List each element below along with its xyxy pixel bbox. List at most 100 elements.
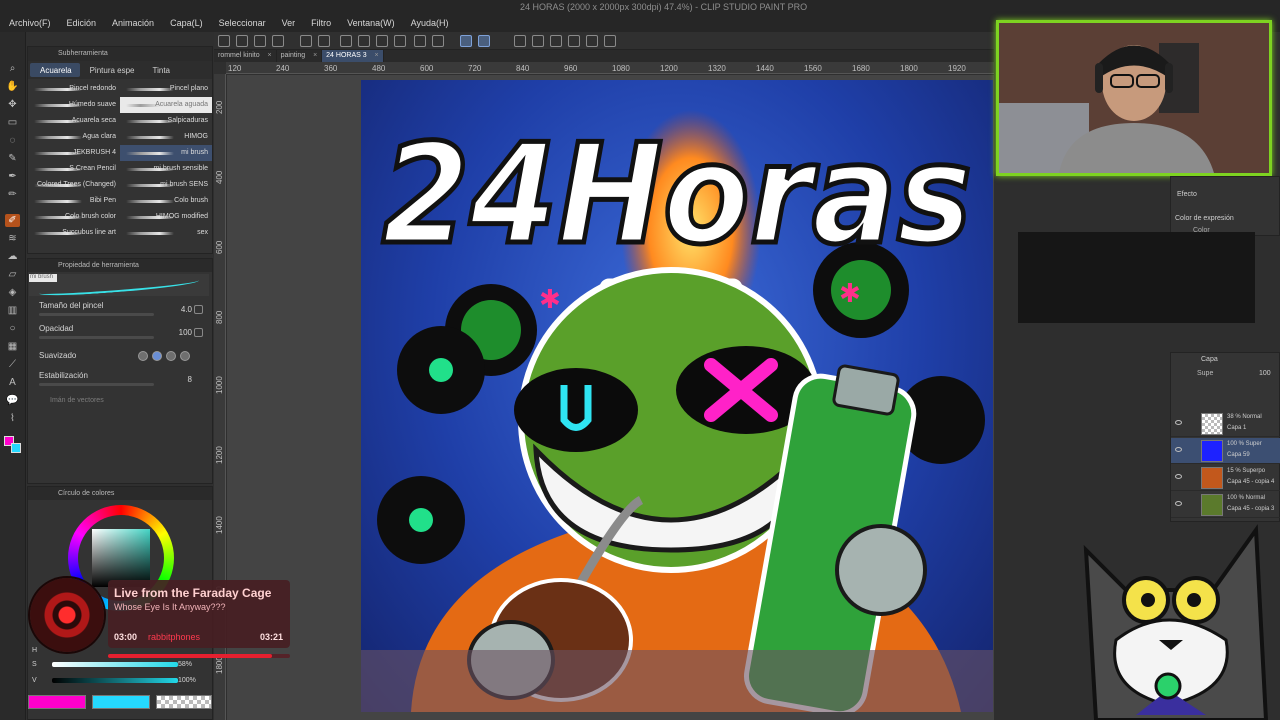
ruler-tool-icon[interactable]: ⟋: [5, 358, 20, 371]
frame-tool-icon[interactable]: ▦: [5, 340, 20, 353]
tab-painting[interactable]: painting ×: [277, 50, 323, 62]
layer-row[interactable]: 100 % Super Capa 59: [1171, 438, 1280, 464]
tab-acuarela[interactable]: Acuarela: [30, 63, 80, 77]
blend-mode-dropdown[interactable]: Supe: [1197, 370, 1213, 377]
menu-animacion[interactable]: Animación: [103, 16, 161, 32]
menu-ver[interactable]: Ver: [273, 16, 303, 32]
brush-item[interactable]: Succubus line art: [28, 225, 120, 241]
opacity-slider[interactable]: [39, 336, 154, 339]
open-file-icon[interactable]: [236, 35, 248, 47]
smoothing-option-4[interactable]: [180, 351, 190, 361]
layer-row[interactable]: 15 % Superpo Capa 45 - copia 4: [1171, 465, 1280, 491]
brush-item[interactable]: Pincel plano: [120, 81, 212, 97]
figure-tool-icon[interactable]: ○: [5, 322, 20, 335]
balloon-tool-icon[interactable]: 💬: [5, 394, 20, 407]
select-tool-icon[interactable]: ▭: [5, 116, 20, 129]
flip-icon[interactable]: [568, 35, 580, 47]
invert-selection-icon[interactable]: [432, 35, 444, 47]
s-slider[interactable]: [52, 662, 178, 667]
blend-tool-icon[interactable]: ☁: [5, 250, 20, 263]
brush-item[interactable]: Bibi Pen: [28, 193, 120, 209]
redo-icon[interactable]: [318, 35, 330, 47]
menu-ventana[interactable]: Ventana(W): [338, 16, 402, 32]
brush-item[interactable]: HIMOG: [120, 129, 212, 145]
brush-item[interactable]: Colored Trees (Changed): [28, 177, 120, 193]
opacity-dynamics-icon[interactable]: [194, 328, 203, 337]
move-tool-icon[interactable]: ✥: [5, 98, 20, 111]
v-slider[interactable]: [52, 678, 178, 683]
save-icon[interactable]: [254, 35, 266, 47]
close-icon[interactable]: ×: [375, 52, 379, 59]
grid-icon[interactable]: [604, 35, 616, 47]
menu-edicion[interactable]: Edición: [58, 16, 104, 32]
zoom-tool-icon[interactable]: ⌕: [5, 62, 20, 75]
correct-line-tool-icon[interactable]: ⌇: [5, 412, 20, 425]
transparent-color-chip[interactable]: [156, 695, 212, 709]
tab-rommel-kinito[interactable]: rommel kinito ×: [214, 50, 277, 62]
layer-row[interactable]: 38 % Normal Capa 1: [1171, 411, 1280, 437]
lasso-tool-icon[interactable]: ◌: [5, 134, 20, 147]
eraser-tool-icon[interactable]: ▱: [5, 268, 20, 281]
pencil-tool-icon[interactable]: ✏: [5, 188, 20, 201]
hand-tool-icon[interactable]: ✋: [5, 80, 20, 93]
undo-icon[interactable]: [300, 35, 312, 47]
brush-item[interactable]: sex: [120, 225, 212, 241]
smoothing-option-3[interactable]: [166, 351, 176, 361]
menu-filtro[interactable]: Filtro: [302, 16, 338, 32]
crop-icon[interactable]: [414, 35, 426, 47]
menu-seleccionar[interactable]: Seleccionar: [210, 16, 273, 32]
text-tool-icon[interactable]: A: [5, 376, 20, 389]
brush-tool-icon[interactable]: ✐: [5, 214, 20, 227]
brush-item[interactable]: Salpicaduras: [120, 113, 212, 129]
drawing-canvas[interactable]: ✱ ✱ 24Horas: [361, 80, 993, 712]
clear-icon[interactable]: [340, 35, 352, 47]
tab-tinta[interactable]: Tinta: [143, 63, 179, 77]
opacity-value[interactable]: 100: [166, 328, 192, 337]
brush-item[interactable]: Agua clara: [28, 129, 120, 145]
smoothing-option-2[interactable]: [152, 351, 162, 361]
sub-color-chip[interactable]: [92, 695, 150, 709]
fill-tool-icon[interactable]: ◈: [5, 286, 20, 299]
snap-special-ruler-icon[interactable]: [478, 35, 490, 47]
pen-tool-icon[interactable]: ✒: [5, 170, 20, 183]
saturation-value-square[interactable]: [92, 529, 150, 587]
new-file-icon[interactable]: [218, 35, 230, 47]
reset-view-icon[interactable]: [586, 35, 598, 47]
close-icon[interactable]: ×: [313, 52, 317, 59]
brush-item[interactable]: Húmedo suave: [28, 97, 120, 113]
smoothing-option-1[interactable]: [138, 351, 148, 361]
menu-capa[interactable]: Capa(L): [161, 16, 210, 32]
close-icon[interactable]: ×: [268, 52, 272, 59]
main-color-chip[interactable]: [28, 695, 86, 709]
zoom-icon[interactable]: [514, 35, 526, 47]
rotate-icon[interactable]: [550, 35, 562, 47]
fill-icon[interactable]: [358, 35, 370, 47]
stabilization-slider[interactable]: [39, 383, 154, 386]
snap-ruler-icon[interactable]: [460, 35, 472, 47]
deselect-icon[interactable]: [394, 35, 406, 47]
eyedropper-tool-icon[interactable]: ✎: [5, 152, 20, 165]
brush-item[interactable]: mi brush SENS: [120, 177, 212, 193]
brush-size-value[interactable]: 4.0: [166, 305, 192, 314]
eye-icon[interactable]: [1175, 474, 1182, 479]
airbrush-tool-icon[interactable]: ≋: [5, 232, 20, 245]
brush-item[interactable]: Colo brush: [120, 193, 212, 209]
brush-item[interactable]: HIMOG modified: [120, 209, 212, 225]
brush-item[interactable]: mi brush sensible: [120, 161, 212, 177]
copy-icon[interactable]: [272, 35, 284, 47]
stabilization-value[interactable]: 8: [166, 375, 192, 384]
layer-opacity-value[interactable]: 100: [1259, 370, 1271, 377]
tab-24-horas[interactable]: 24 HORAS 3 ×: [322, 50, 384, 62]
brush-item[interactable]: Pincel redondo: [28, 81, 120, 97]
tab-pintura[interactable]: Pintura espe: [80, 63, 143, 77]
eye-icon[interactable]: [1175, 420, 1182, 425]
brush-item[interactable]: S Crean Pencil: [28, 161, 120, 177]
brush-size-slider[interactable]: [39, 313, 154, 316]
gradient-tool-icon[interactable]: ▥: [5, 304, 20, 317]
brush-item[interactable]: Acuarela aguada: [120, 97, 212, 113]
eye-icon[interactable]: [1175, 447, 1182, 452]
brush-item[interactable]: Acuarela seca: [28, 113, 120, 129]
menu-ayuda[interactable]: Ayuda(H): [402, 16, 456, 32]
brush-item[interactable]: JEKBRUSH 4: [28, 145, 120, 161]
brush-item[interactable]: mi brush: [120, 145, 212, 161]
